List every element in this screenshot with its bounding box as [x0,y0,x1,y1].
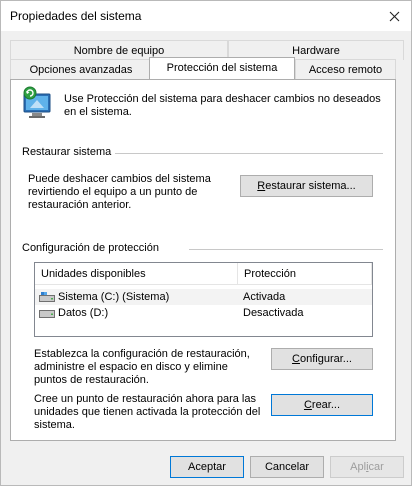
column-header-drives[interactable]: Unidades disponibles [35,263,238,285]
restore-section-title: Restaurar sistema [22,146,112,158]
restore-description: Puede deshacer cambios del sistema revir… [28,173,211,211]
section-divider [189,249,383,250]
configure-description: Establezca la configuración de restaurac… [34,348,250,386]
close-button[interactable] [377,1,411,31]
title-bar[interactable]: Propiedades del sistema [1,1,411,31]
button-label: Aceptar [188,461,226,473]
accept-button[interactable]: Aceptar [170,456,244,478]
mnemonic: C [303,399,312,411]
table-row[interactable]: Datos (D:) Desactivada [35,305,372,321]
create-button[interactable]: Crear... [271,394,373,416]
drive-name: Sistema (C:) (Sistema) [58,291,170,303]
system-properties-window: Propiedades del sistema Nombre de equipo… [0,0,412,486]
intro-text: Use Protección del sistema para deshacer… [64,93,381,118]
tab-opciones-avanzadas[interactable]: Opciones avanzadas [10,59,152,79]
button-label: onfigurar... [299,353,352,365]
window-title: Propiedades del sistema [10,9,142,23]
drives-list[interactable]: Unidades disponibles Protección Sistema … [34,262,373,337]
restore-system-button[interactable]: Restaurar sistema... [240,175,373,197]
apply-button[interactable]: Apl i car [330,456,404,478]
tab-label: Opciones avanzadas [29,64,133,76]
button-label: Cancelar [264,461,310,473]
tab-label: Protección del sistema [166,62,278,74]
column-header-protection[interactable]: Protección [238,263,372,285]
mnemonic: C [292,353,300,365]
button-label: rear... [311,399,341,411]
cancel-button[interactable]: Cancelar [250,456,324,478]
section-divider [115,153,383,154]
drive-name: Datos (D:) [58,307,109,319]
tab-label: Acceso remoto [308,64,383,76]
tab-proteccion-del-sistema[interactable]: Protección del sistema [149,57,295,79]
system-drive-icon [39,292,55,302]
drive-protection-status: Desactivada [243,307,304,319]
create-description: Cree un punto de restauración ahora para… [34,393,261,431]
drive-protection-status: Activada [243,291,286,303]
tab-acceso-remoto[interactable]: Acceso remoto [295,59,396,79]
system-protection-icon [23,86,51,118]
tab-label: Hardware [292,45,340,57]
table-row[interactable]: Sistema (C:) (Sistema) Activada [35,289,372,305]
protection-section-title: Configuración de protección [22,242,159,254]
configure-button[interactable]: Configurar... [271,348,373,370]
mnemonic: R [257,180,266,192]
button-label: estaurar sistema... [265,180,356,192]
close-icon [389,11,399,21]
drive-icon [39,310,55,318]
tab-label: Nombre de equipo [73,45,165,57]
